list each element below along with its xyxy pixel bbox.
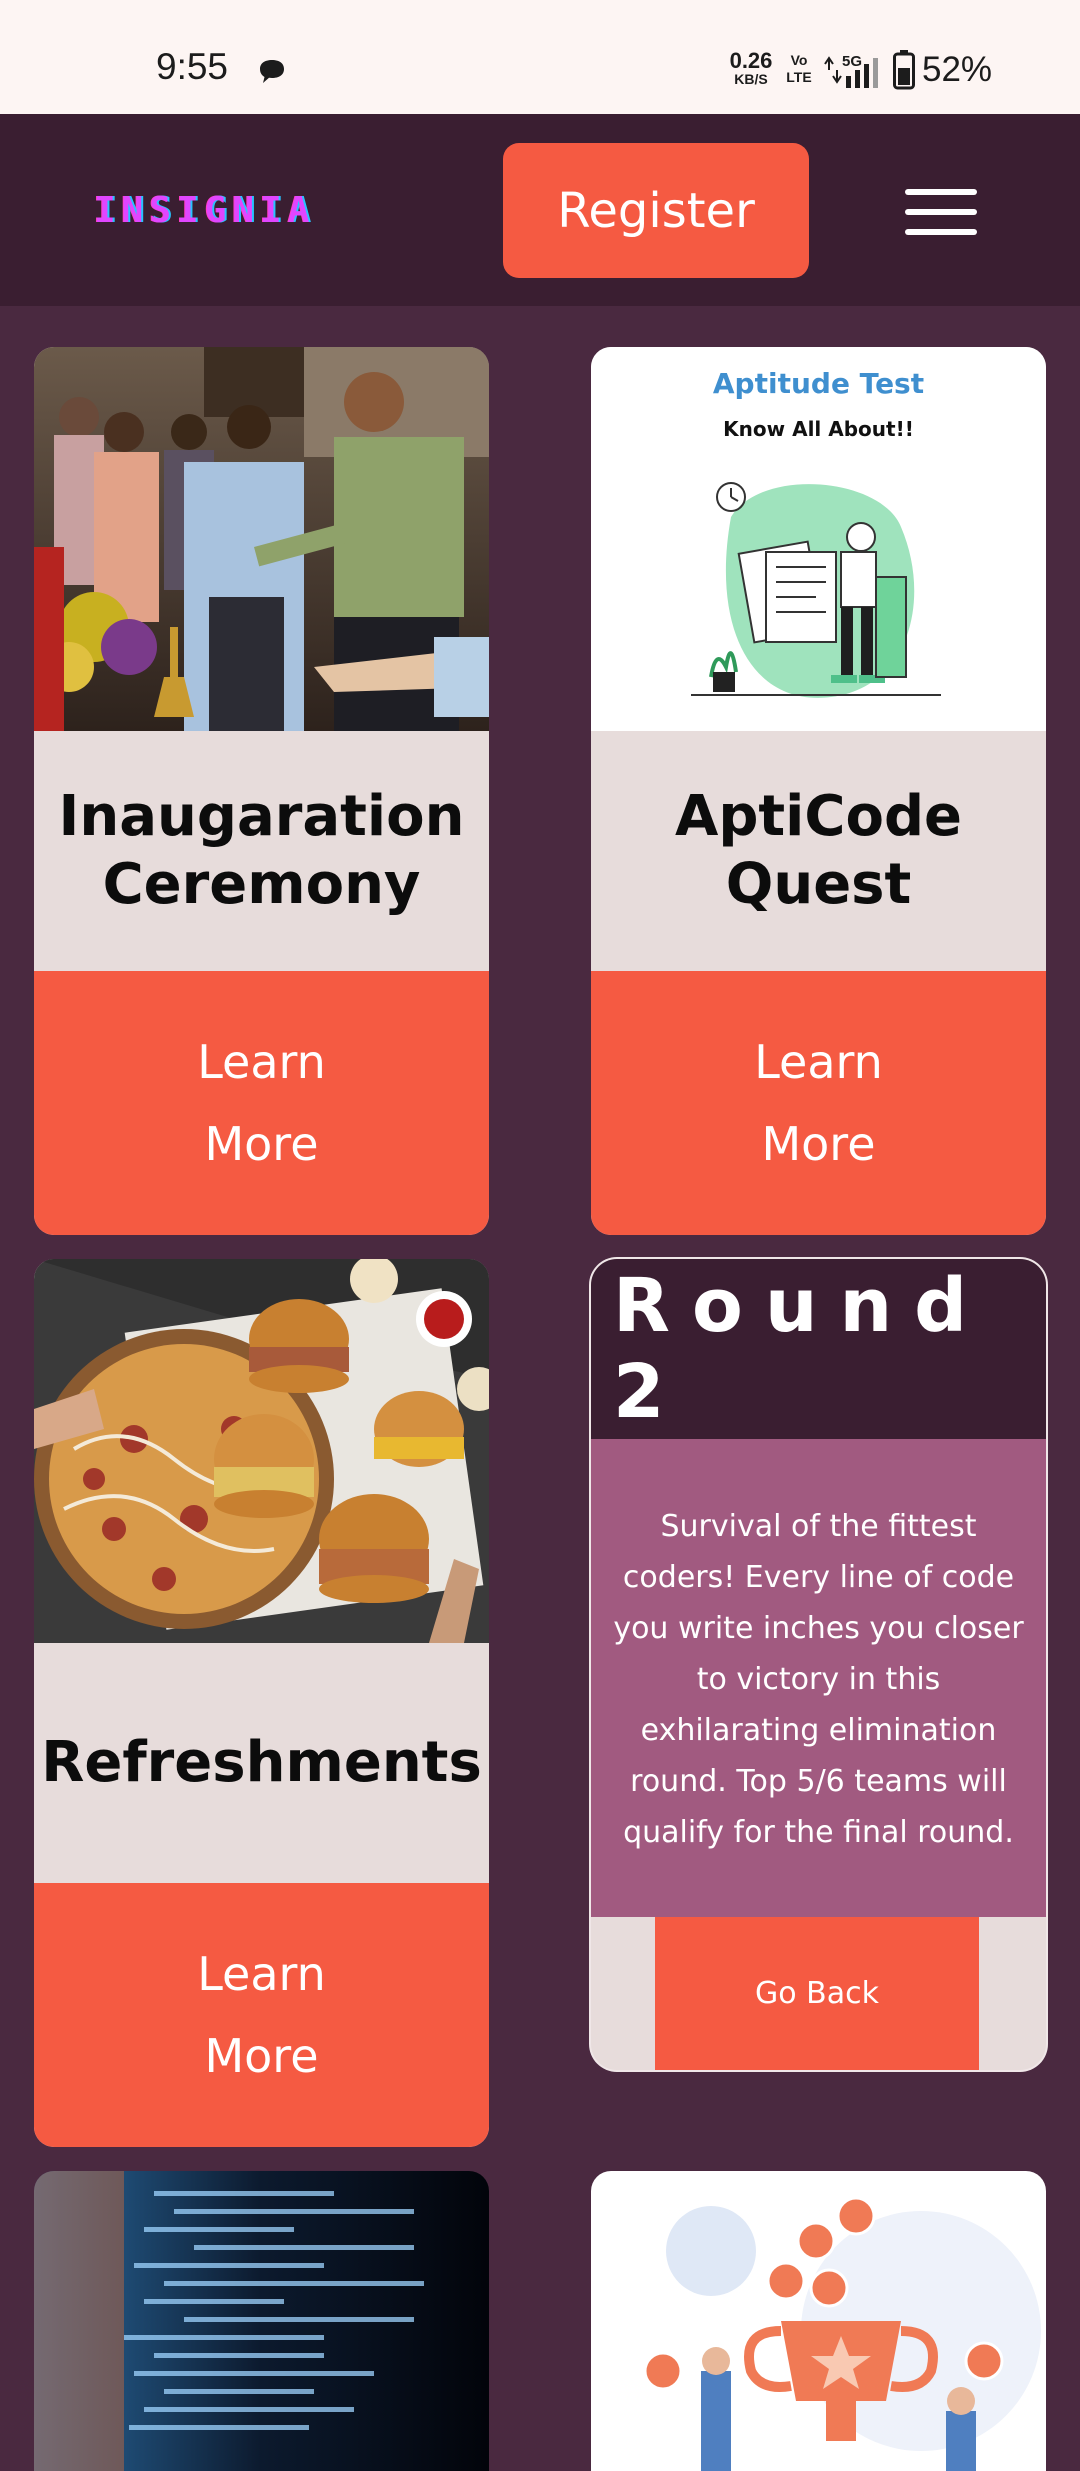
event-card-apticode: Aptitude Test Know All About!! AptiCode … (591, 347, 1046, 1235)
card-title: AptiCode Quest (674, 784, 963, 917)
signal-5g-icon: 5G (824, 53, 878, 88)
logo[interactable]: INSIGNIA (94, 190, 315, 231)
battery-icon (893, 50, 915, 90)
status-bar: 9:55 0.26 KB/S Vo LTE 5G 52% (0, 0, 1080, 114)
round-2-card: Round 2 Survival of the fittest coders! … (591, 1259, 1046, 2070)
image-subheading: Know All About!! (723, 417, 914, 441)
round-description: Survival of the fittest coders! Every li… (613, 1509, 1024, 1850)
round-header: Round 2 (591, 1259, 1046, 1439)
learn-more-label: Learn More (754, 1035, 883, 1171)
round-title: Round 2 (613, 1263, 990, 1435)
volte-bottom: LTE (786, 69, 812, 85)
learn-more-label: Learn More (197, 1947, 326, 2083)
learn-more-button[interactable]: Learn More (34, 971, 489, 1235)
network-speed: 0.26 KB/S (722, 48, 780, 88)
chat-bubble-icon (260, 60, 284, 83)
volte-indicator: Vo LTE (784, 52, 814, 86)
event-card-inauguration: Inaugaration Ceremony Learn More (34, 347, 489, 1235)
inauguration-photo (34, 347, 489, 731)
card-title-area: AptiCode Quest (591, 731, 1046, 971)
learn-more-button[interactable]: Learn More (591, 971, 1046, 1235)
register-button[interactable]: Register (503, 143, 809, 278)
event-card-refreshments: Refreshments Learn More (34, 1259, 489, 2147)
trophy-coins-illustration (591, 2171, 1046, 2471)
learn-more-label: Learn More (197, 1035, 326, 1171)
student-studying-icon (691, 482, 941, 698)
pizza-burgers-photo (34, 1259, 489, 1643)
card-title-area: Refreshments (34, 1643, 489, 1883)
card-title: Inaugaration Ceremony (58, 784, 465, 917)
volte-top: Vo (790, 52, 808, 68)
status-time: 9:55 (156, 46, 229, 87)
code-screen-photo (34, 2171, 489, 2471)
card-title-area: Inaugaration Ceremony (34, 731, 489, 971)
network-speed-value: 0.26 (729, 48, 773, 73)
learn-more-button[interactable]: Learn More (34, 1883, 489, 2147)
battery-percent: 52% (922, 50, 993, 89)
hamburger-menu-icon[interactable] (905, 189, 977, 235)
site-header: INSIGNIA Register (0, 114, 1080, 306)
round-body: Survival of the fittest coders! Every li… (591, 1439, 1046, 1917)
image-heading: Aptitude Test (712, 367, 925, 400)
network-type-label: 5G (842, 53, 862, 70)
go-back-button[interactable]: Go Back (655, 1917, 979, 2070)
aptitude-test-illustration: Aptitude Test Know All About!! (591, 347, 1046, 731)
card-title: Refreshments (41, 1730, 482, 1795)
